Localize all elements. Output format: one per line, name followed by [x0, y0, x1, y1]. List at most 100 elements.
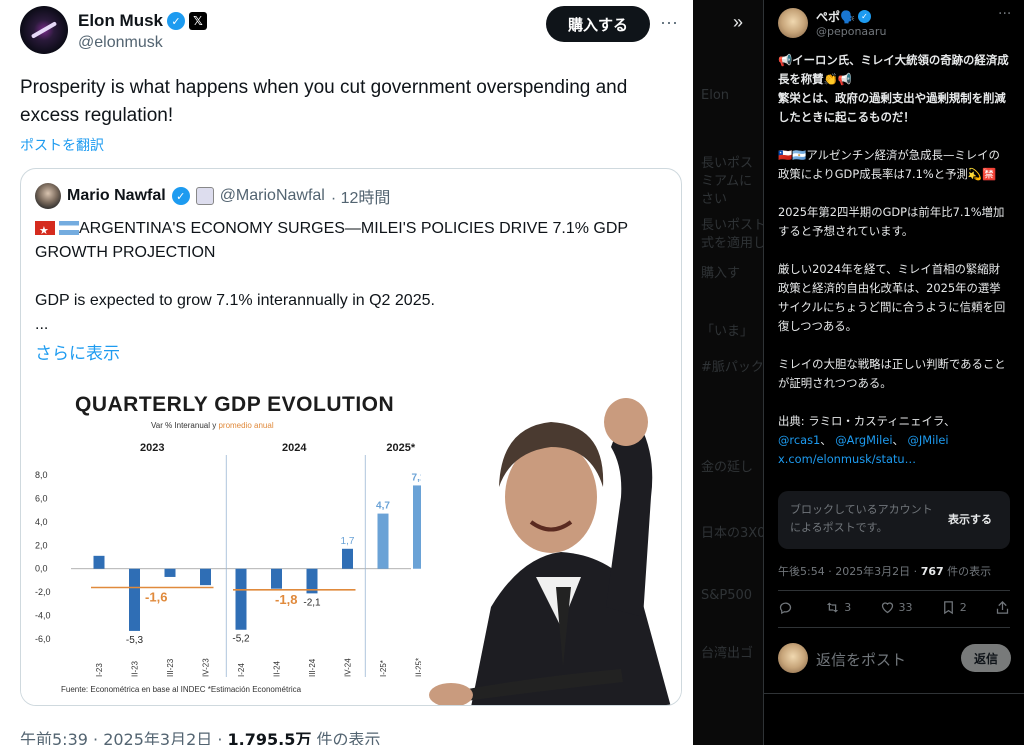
divider — [778, 627, 1010, 628]
repost-button[interactable]: 3 — [825, 600, 851, 615]
like-button[interactable]: 33 — [880, 600, 913, 615]
side-author-name[interactable]: ぺポ🗣️ — [816, 8, 855, 25]
quoted-headline: ARGENTINA'S ECONOMY SURGES—MILEI'S POLIC… — [35, 220, 628, 261]
avatar[interactable] — [778, 8, 808, 38]
group-label: 2023 — [140, 442, 164, 454]
ghost-line: 長いポスト — [701, 218, 763, 233]
y-tick-label: 6,0 — [35, 493, 48, 503]
author-handle[interactable]: @elonmusk — [78, 34, 163, 52]
mention-rcas1[interactable]: @rcas1 — [778, 433, 820, 447]
verified-badge-icon: ✓ — [167, 12, 186, 30]
reply-input[interactable]: 返信をポスト — [816, 649, 906, 670]
blocked-post-notice: ブロックしているアカウントによるポストです。 表示する — [778, 491, 1010, 549]
side-author-row[interactable]: ぺポ🗣️ ✓ — [816, 8, 871, 25]
side-para3: 厳しい2024年を経て、ミレイ首相の緊縮財政策と経済的自由化改革は、2025年の… — [778, 262, 1006, 333]
post-text: Prosperity is what happens when you cut … — [20, 77, 628, 126]
chile-flag-icon — [35, 219, 55, 243]
avatar[interactable] — [20, 6, 68, 54]
collapsed-sidebar-strip: » Elon 長いポスミアムにさい長いポスト式を適用し購入す「いま」 #脈パックの金… — [693, 0, 763, 745]
x-tick-label: IV-23 — [202, 658, 211, 677]
x-tick-label: II-24 — [273, 660, 282, 677]
side-para2: 2025年第2四半期のGDPは前年比7.1%増加すると予想されています。 — [778, 205, 1005, 238]
reply-button[interactable] — [778, 600, 797, 615]
gdp-bar — [129, 568, 140, 631]
avatar — [35, 183, 61, 209]
mention-argmilei[interactable]: @ArgMilei — [835, 433, 892, 447]
gdp-bar — [342, 548, 353, 569]
quoted-post[interactable]: Mario Nawfal ✓ @MarioNawfal · 12時間 ARGEN… — [20, 168, 682, 706]
blocked-text: ブロックしているアカウントによるポストです。 — [790, 503, 933, 534]
gdp-bar — [377, 513, 389, 569]
side-headline: 📢イーロン氏、ミレイ大統領の奇跡の経済成長を称賛👏📢 繁栄とは、政府の過剰支出や… — [778, 53, 1009, 124]
y-tick-label: 0,0 — [35, 564, 48, 574]
mention-jmilei[interactable]: @JMilei — [908, 433, 949, 447]
ghost-line: 長いポス — [701, 156, 754, 171]
x-tick-label: IV-24 — [344, 658, 353, 677]
ghost-line: 「いま」 — [701, 324, 754, 339]
collapse-icon[interactable]: » — [733, 12, 743, 33]
side-para1: 🇨🇱🇦🇷アルゼンチン経済が急成長—ミレイの政策によりGDP成長率は7.1%と予測… — [778, 148, 1000, 181]
heart-icon — [881, 602, 893, 614]
gdp-chart-image[interactable]: QUARTERLY GDP EVOLUTION Var % Interanual… — [21, 377, 681, 705]
ghost-line: 台湾出ゴ — [701, 646, 754, 661]
gdp-bar — [271, 568, 282, 589]
side-author-handle[interactable]: @peponaaru — [816, 25, 886, 38]
ghost-line: ミアムに — [701, 174, 753, 189]
more-icon[interactable]: ··· — [998, 6, 1011, 22]
bar-value-label: -2,1 — [303, 597, 321, 608]
quoted-text: ARGENTINA'S ECONOMY SURGES—MILEI'S POLIC… — [35, 217, 665, 337]
ghost-line: Elon — [701, 88, 730, 103]
side-source: 出典: ラミロ・カスティニェイラ、 — [778, 414, 956, 428]
gdp-bar — [200, 568, 211, 586]
view-count: 1,795.5万 — [227, 730, 312, 745]
more-icon[interactable]: ··· — [660, 12, 678, 33]
share-button[interactable] — [995, 600, 1010, 615]
milei-photo — [429, 398, 671, 705]
reply-icon — [779, 602, 792, 615]
x-logo-icon: 𝕏 — [189, 12, 208, 30]
x-tick-label: I-25* — [379, 660, 388, 677]
quoted-body: GDP is expected to grow 7.1% interannual… — [35, 292, 435, 333]
x-tick-label: II-23 — [131, 660, 140, 677]
main-post-header: Elon Musk ✓ 𝕏 @elonmusk 購入する ··· — [20, 6, 683, 56]
ghost-line: #脈パックの — [701, 360, 763, 375]
buy-button[interactable]: 購入する — [546, 6, 650, 42]
affiliate-badge-icon — [195, 187, 214, 205]
author-name[interactable]: Elon Musk — [78, 11, 163, 31]
ghost-line: S&P500 — [701, 588, 753, 603]
reply-submit-button[interactable]: 返信 — [961, 644, 1011, 672]
status-link[interactable]: x.com/elonmusk/statu… — [778, 452, 916, 466]
divider — [778, 590, 1010, 591]
side-post-time[interactable]: 午後5:54 · 2025年3月2日 · — [778, 565, 921, 578]
ghost-line: 金の延し — [701, 460, 754, 475]
bar-value-label: -5,3 — [126, 635, 144, 646]
side-view-suffix: 件の表示 — [943, 565, 992, 578]
share-icon — [996, 600, 1009, 614]
repost-icon — [827, 602, 839, 613]
post-meta: 午前5:39 · 2025年3月2日 · 1,795.5万 件の表示 — [20, 726, 380, 745]
ghost-line: さい — [701, 192, 728, 207]
side-post-body: 📢イーロン氏、ミレイ大統領の奇跡の経済成長を称賛👏📢 繁栄とは、政府の過剰支出や… — [778, 53, 1009, 466]
x-tick-label: I-23 — [95, 663, 104, 677]
annual-average-label: -1,8 — [275, 592, 297, 607]
ghost-line: 購入す — [701, 266, 741, 281]
x-tick-label: I-24 — [237, 663, 246, 677]
gdp-bar — [164, 568, 176, 577]
translate-link[interactable]: ポストを翻訳 — [20, 135, 104, 155]
author-name-row[interactable]: Elon Musk ✓ 𝕏 — [78, 11, 208, 31]
quoted-post-header: Mario Nawfal ✓ @MarioNawfal · 12時間 — [35, 183, 390, 209]
bookmark-button[interactable]: 2 — [941, 600, 967, 615]
divider — [764, 693, 1024, 694]
ghost-line: 日本の3X0 — [701, 526, 763, 541]
quoted-time: · 12時間 — [330, 190, 391, 207]
post-time[interactable]: 午前5:39 · 2025年3月2日 · — [20, 730, 228, 745]
bookmark-icon — [943, 601, 953, 615]
y-tick-label: -6,0 — [35, 634, 51, 644]
ghost-line: 式を適用し — [701, 236, 763, 251]
argentina-flag-icon — [59, 221, 79, 235]
show-more-link[interactable]: さらに表示 — [35, 339, 120, 364]
gdp-bar — [235, 568, 247, 630]
y-tick-label: 8,0 — [35, 470, 48, 480]
show-blocked-button[interactable]: 表示する — [948, 511, 992, 527]
main-post-pane: Elon Musk ✓ 𝕏 @elonmusk 購入する ··· Prosper… — [0, 0, 693, 745]
